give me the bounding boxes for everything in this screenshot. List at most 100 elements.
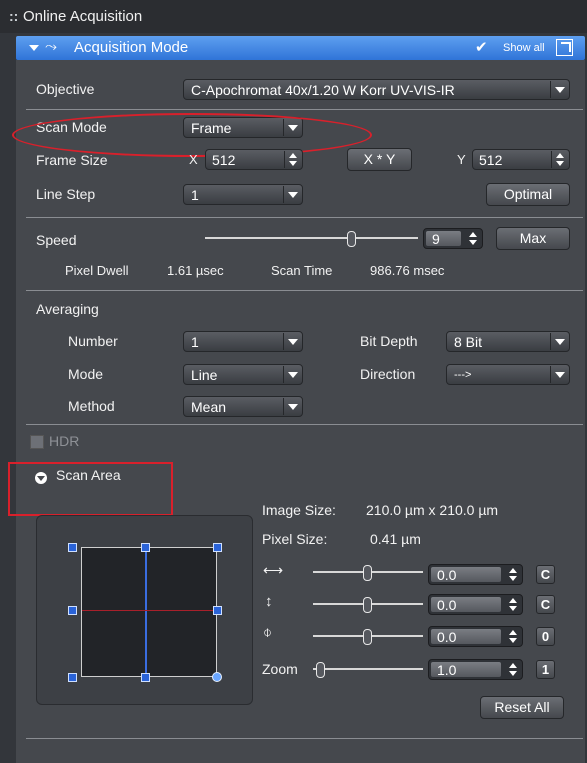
- zoom-stepper[interactable]: 1.0: [428, 659, 523, 680]
- direction-dropdown[interactable]: --->: [446, 364, 570, 385]
- hdr-checkbox[interactable]: [30, 435, 44, 449]
- resize-handle[interactable]: [141, 673, 150, 682]
- slider-thumb[interactable]: [347, 231, 356, 247]
- zoom-reset-button[interactable]: 1: [536, 660, 555, 679]
- show-all-button[interactable]: Show all: [503, 42, 545, 54]
- resize-handle[interactable]: [213, 543, 222, 552]
- offset-x-center-button[interactable]: C: [536, 565, 555, 584]
- acquisition-mode-header[interactable]: ⤳ Acquisition Mode ✔ Show all: [16, 36, 585, 60]
- optimal-button[interactable]: Optimal: [486, 183, 570, 206]
- pixel-size-value: 0.41 µm: [370, 531, 421, 547]
- number-label: Number: [68, 333, 118, 349]
- panel-title: Online Acquisition: [23, 8, 143, 25]
- undock-icon[interactable]: [556, 39, 573, 56]
- number-value: 1: [191, 334, 199, 350]
- slider-thumb[interactable]: [363, 565, 372, 581]
- number-dropdown[interactable]: 1: [183, 331, 303, 352]
- slider-thumb[interactable]: [316, 662, 325, 678]
- frame-y-value: 512: [479, 152, 503, 168]
- stepper-arrows-icon[interactable]: [504, 661, 521, 678]
- frame-x-stepper[interactable]: 512: [205, 149, 303, 170]
- stepper-arrows-icon[interactable]: [504, 596, 521, 613]
- line-step-dropdown[interactable]: 1: [183, 184, 303, 205]
- resize-handle[interactable]: [141, 543, 150, 552]
- resize-handle[interactable]: [68, 543, 77, 552]
- horizontal-offset-icon: ⟷: [263, 562, 284, 578]
- resize-handle[interactable]: [68, 606, 77, 615]
- reset-all-button[interactable]: Reset All: [480, 696, 564, 719]
- offset-y-center-button[interactable]: C: [536, 595, 555, 614]
- chevron-down-icon: [283, 333, 301, 350]
- bit-depth-value: 8 Bit: [454, 334, 483, 350]
- direction-label: Direction: [360, 366, 416, 382]
- hdr-label: HDR: [49, 433, 80, 449]
- stepper-arrows-icon[interactable]: [551, 151, 568, 168]
- panel-titlebar: :: Online Acquisition: [0, 0, 587, 33]
- divider: [26, 738, 583, 739]
- chevron-down-icon: [550, 333, 568, 350]
- frame-size-label: Frame Size: [36, 152, 108, 168]
- speed-stepper[interactable]: 9: [423, 228, 483, 249]
- objective-value: C-Apochromat 40x/1.20 W Korr UV-VIS-IR: [191, 82, 455, 98]
- frame-y-stepper[interactable]: 512: [472, 149, 570, 170]
- line-step-value: 1: [191, 187, 199, 203]
- acquisition-mode-icon: ⤳: [45, 38, 58, 55]
- objective-dropdown[interactable]: C-Apochromat 40x/1.20 W Korr UV-VIS-IR: [183, 79, 570, 100]
- vertical-center-line: [145, 548, 147, 676]
- direction-value: --->: [454, 369, 472, 381]
- method-label: Method: [68, 398, 115, 414]
- show-all-check-icon[interactable]: ✔: [475, 38, 488, 56]
- rotate-handle[interactable]: [212, 672, 222, 682]
- rotation-value: 0.0: [437, 629, 457, 645]
- offset-x-value: 0.0: [437, 567, 457, 583]
- slider-thumb[interactable]: [363, 597, 372, 613]
- stepper-arrows-icon[interactable]: [464, 230, 481, 247]
- collapse-arrow-icon[interactable]: [29, 45, 39, 51]
- divider: [26, 290, 583, 291]
- rotation-stepper[interactable]: 0.0: [428, 626, 523, 647]
- bit-depth-label: Bit Depth: [360, 333, 418, 349]
- zoom-label: Zoom: [262, 661, 298, 677]
- resize-handle[interactable]: [68, 673, 77, 682]
- speed-label: Speed: [36, 232, 77, 248]
- divider: [26, 424, 583, 425]
- slider-track: [205, 237, 418, 239]
- pixel-dwell-label: Pixel Dwell: [65, 263, 129, 278]
- speed-slider[interactable]: [205, 231, 418, 247]
- method-value: Mean: [191, 399, 227, 415]
- offset-x-slider[interactable]: [313, 565, 423, 581]
- chevron-down-icon: [283, 366, 301, 383]
- slider-track: [313, 668, 423, 670]
- rotation-icon: ⌽: [263, 624, 273, 641]
- chevron-down-icon: [550, 366, 568, 383]
- stepper-arrows-icon[interactable]: [504, 628, 521, 645]
- chevron-down-icon: [550, 81, 568, 98]
- max-button[interactable]: Max: [496, 227, 570, 250]
- acquisition-mode-title: Acquisition Mode: [74, 39, 189, 56]
- scan-frame[interactable]: [81, 547, 217, 677]
- offset-x-stepper[interactable]: 0.0: [428, 564, 523, 585]
- frame-x-label: X: [189, 152, 198, 167]
- image-size-label: Image Size:: [262, 502, 336, 518]
- bit-depth-dropdown[interactable]: 8 Bit: [446, 331, 570, 352]
- rotation-slider[interactable]: [313, 629, 423, 645]
- divider: [26, 217, 583, 218]
- resize-handle[interactable]: [213, 606, 222, 615]
- divider: [26, 109, 583, 110]
- drag-grip-icon[interactable]: ::: [9, 8, 18, 24]
- rotation-reset-button[interactable]: 0: [536, 627, 555, 646]
- stepper-arrows-icon[interactable]: [504, 566, 521, 583]
- zoom-slider[interactable]: [313, 662, 423, 678]
- mode-label: Mode: [68, 366, 104, 382]
- slider-thumb[interactable]: [363, 629, 372, 645]
- speed-value: 9: [432, 231, 440, 247]
- xy-button[interactable]: X * Y: [347, 148, 412, 171]
- method-dropdown[interactable]: Mean: [183, 396, 303, 417]
- stepper-arrows-icon[interactable]: [284, 151, 301, 168]
- frame-x-value: 512: [212, 152, 236, 168]
- mode-dropdown[interactable]: Line: [183, 364, 303, 385]
- annotation-ellipse: [12, 113, 372, 157]
- offset-y-stepper[interactable]: 0.0: [428, 594, 523, 615]
- chevron-down-icon: [283, 398, 301, 415]
- offset-y-slider[interactable]: [313, 597, 423, 613]
